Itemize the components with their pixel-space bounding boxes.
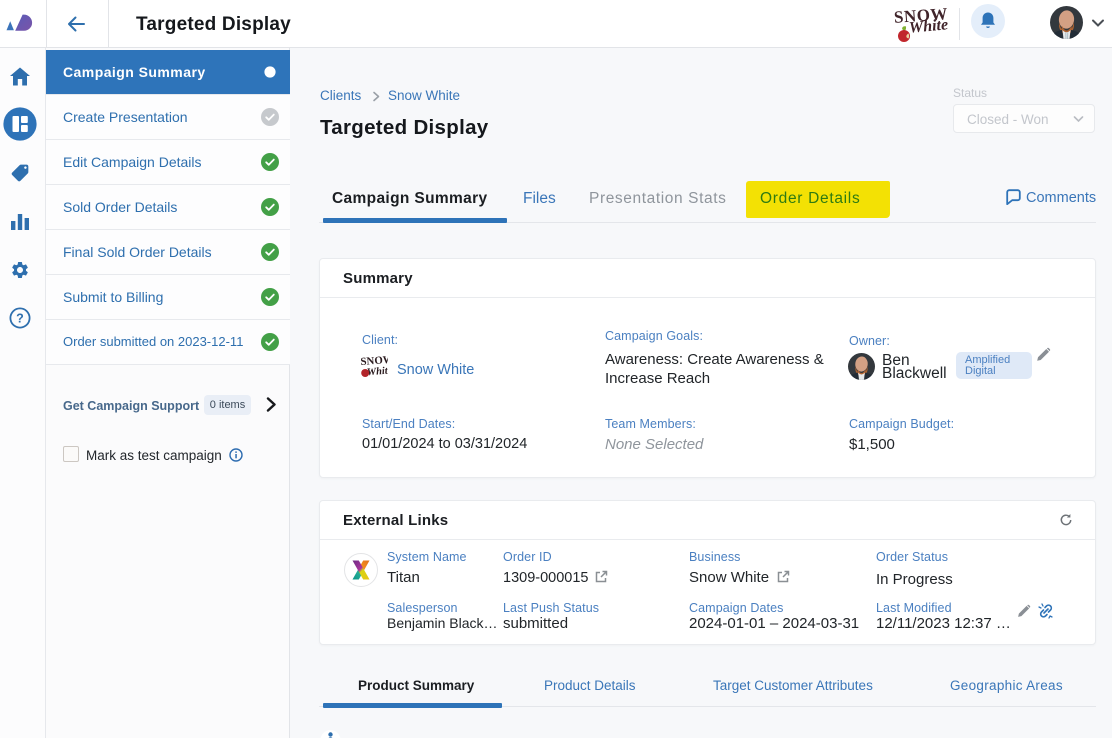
svg-text:White: White bbox=[367, 365, 388, 378]
svg-text:?: ? bbox=[16, 312, 24, 326]
